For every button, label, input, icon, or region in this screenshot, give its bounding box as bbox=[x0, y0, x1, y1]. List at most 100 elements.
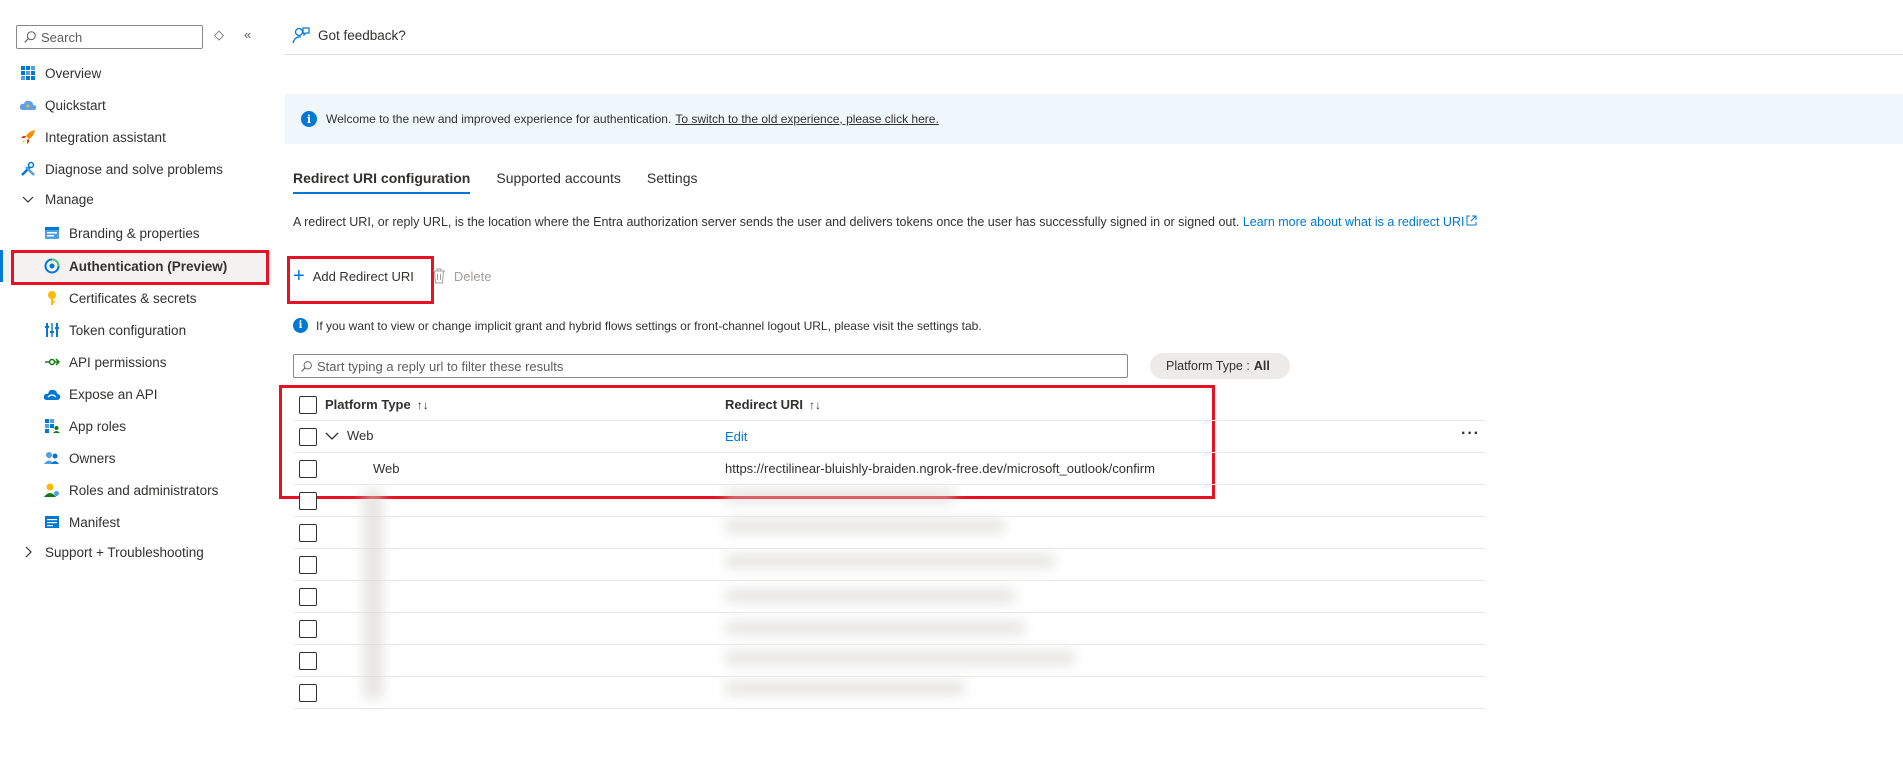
sidebar-item-api-permissions[interactable]: API permissions bbox=[0, 346, 272, 378]
sidebar-item-label: Owners bbox=[69, 450, 116, 466]
redacted-content bbox=[363, 489, 383, 699]
delete-label: Delete bbox=[453, 268, 492, 284]
table-group-row: Web Edit ··· bbox=[293, 421, 1486, 453]
command-bar: + Add Redirect URI Delete bbox=[293, 265, 509, 287]
sidebar-item-label: Support + Troubleshooting bbox=[45, 544, 204, 560]
redacted-content bbox=[725, 489, 955, 503]
active-indicator bbox=[0, 250, 3, 282]
sidebar: ◇ « Overview Quickstart Integration assi… bbox=[0, 0, 272, 764]
search-icon bbox=[24, 31, 36, 43]
edit-link[interactable]: Edit bbox=[725, 429, 747, 444]
column-header-platform[interactable]: Platform Type ↑↓ bbox=[325, 397, 429, 412]
sidebar-item-token-configuration[interactable]: Token configuration bbox=[0, 314, 272, 346]
info-banner: i Welcome to the new and improved experi… bbox=[285, 94, 1903, 144]
chevron-down-icon bbox=[19, 190, 37, 208]
row-platform: Web bbox=[373, 461, 400, 476]
roles-icon bbox=[43, 481, 61, 499]
sidebar-item-label: Overview bbox=[45, 65, 102, 81]
sidebar-item-certificates[interactable]: Certificates & secrets bbox=[0, 282, 272, 314]
tab-redirect-uri-configuration[interactable]: Redirect URI configuration bbox=[293, 170, 471, 194]
add-redirect-uri-button[interactable]: + Add Redirect URI bbox=[293, 265, 414, 287]
sidebar-item-authentication[interactable]: Authentication (Preview) bbox=[0, 250, 272, 282]
redacted-content bbox=[725, 651, 1075, 665]
sidebar-item-roles-admins[interactable]: Roles and administrators bbox=[0, 474, 272, 506]
sidebar-item-label: Diagnose and solve problems bbox=[45, 161, 223, 177]
group-label: Web bbox=[347, 428, 374, 443]
sidebar-item-expose-api[interactable]: Expose an API bbox=[0, 378, 272, 410]
tab-settings[interactable]: Settings bbox=[647, 170, 698, 194]
manifest-icon bbox=[43, 513, 61, 531]
row-checkbox[interactable] bbox=[299, 524, 317, 542]
sidebar-item-label: App roles bbox=[69, 418, 127, 434]
header-divider bbox=[285, 54, 1903, 55]
row-checkbox[interactable] bbox=[299, 620, 317, 638]
sidebar-item-quickstart[interactable]: Quickstart bbox=[0, 89, 272, 121]
settings-note: i If you want to view or change implicit… bbox=[293, 318, 982, 333]
banner-text: Welcome to the new and improved experien… bbox=[326, 112, 672, 126]
row-checkbox[interactable] bbox=[299, 652, 317, 670]
trash-icon bbox=[432, 268, 445, 284]
sidebar-item-overview[interactable]: Overview bbox=[0, 57, 272, 89]
add-redirect-uri-label: Add Redirect URI bbox=[312, 268, 414, 284]
sidebar-item-integration-assistant[interactable]: Integration assistant bbox=[0, 121, 272, 153]
learn-more-link[interactable]: Learn more about what is a redirect URI bbox=[1243, 215, 1478, 229]
sidebar-item-diagnose[interactable]: Diagnose and solve problems bbox=[0, 153, 272, 185]
row-checkbox[interactable] bbox=[299, 492, 317, 510]
people-icon bbox=[43, 449, 61, 467]
chevron-down-icon bbox=[325, 432, 339, 440]
collapse-sidebar-icon[interactable]: « bbox=[244, 27, 251, 42]
platform-type-value: All bbox=[1253, 359, 1270, 373]
sliders-icon bbox=[43, 321, 61, 339]
wrench-icon bbox=[19, 160, 37, 178]
column-header-redirect-uri[interactable]: Redirect URI ↑↓ bbox=[725, 397, 821, 412]
sidebar-group-manage[interactable]: Manage bbox=[0, 183, 272, 215]
expand-collapse-icon[interactable]: ◇ bbox=[214, 27, 224, 43]
row-checkbox[interactable] bbox=[299, 460, 317, 478]
group-toggle[interactable]: Web bbox=[325, 428, 374, 443]
api-icon bbox=[43, 353, 61, 371]
sidebar-item-label: API permissions bbox=[69, 354, 167, 370]
info-icon: i bbox=[301, 111, 317, 127]
sidebar-search-input[interactable] bbox=[41, 29, 191, 45]
sort-icon: ↑↓ bbox=[809, 398, 822, 412]
redirect-uri-description: A redirect URI, or reply URL, is the loc… bbox=[293, 214, 1483, 231]
feedback-icon bbox=[292, 27, 310, 44]
sidebar-item-owners[interactable]: Owners bbox=[0, 442, 272, 474]
uri-filter-input[interactable] bbox=[317, 358, 1117, 374]
info-icon: i bbox=[293, 318, 308, 333]
sidebar-item-label: Authentication (Preview) bbox=[69, 258, 228, 274]
sidebar-item-label: Integration assistant bbox=[45, 129, 166, 145]
cloud-lightning-icon bbox=[19, 96, 37, 114]
row-checkbox[interactable] bbox=[299, 588, 317, 606]
uri-filter[interactable] bbox=[293, 354, 1128, 378]
table-row: Web https://rectilinear-bluishly-braiden… bbox=[293, 453, 1486, 485]
select-all-checkbox[interactable] bbox=[299, 396, 317, 414]
sidebar-search[interactable] bbox=[16, 25, 203, 49]
feedback-button[interactable]: Got feedback? bbox=[292, 26, 406, 44]
sidebar-item-app-roles[interactable]: App roles bbox=[0, 410, 272, 442]
description-text: A redirect URI, or reply URL, is the loc… bbox=[293, 215, 1240, 229]
cloud-icon bbox=[43, 385, 61, 403]
platform-type-label: Platform Type : bbox=[1166, 359, 1250, 373]
sidebar-item-label: Token configuration bbox=[69, 322, 187, 338]
sidebar-group-support[interactable]: Support + Troubleshooting bbox=[0, 536, 272, 568]
authentication-icon bbox=[43, 257, 61, 275]
branding-icon bbox=[43, 224, 61, 242]
external-link-icon bbox=[1466, 215, 1477, 226]
old-experience-link[interactable]: To switch to the old experience, please … bbox=[675, 112, 938, 126]
platform-type-filter[interactable]: Platform Type : All bbox=[1150, 353, 1290, 379]
row-checkbox[interactable] bbox=[299, 428, 317, 446]
chevron-right-icon bbox=[19, 543, 37, 561]
sidebar-item-manifest[interactable]: Manifest bbox=[0, 506, 272, 538]
row-checkbox[interactable] bbox=[299, 556, 317, 574]
more-options-icon[interactable]: ··· bbox=[1461, 425, 1480, 443]
sort-icon: ↑↓ bbox=[416, 398, 429, 412]
sidebar-item-label: Manage bbox=[45, 191, 94, 207]
redacted-content bbox=[725, 554, 1055, 568]
table-header-row: Platform Type ↑↓ Redirect URI ↑↓ bbox=[293, 389, 1486, 421]
row-checkbox[interactable] bbox=[299, 684, 317, 702]
plus-icon: + bbox=[293, 265, 305, 287]
delete-button[interactable]: Delete bbox=[432, 268, 492, 284]
sidebar-item-branding[interactable]: Branding & properties bbox=[0, 217, 272, 249]
tab-supported-accounts[interactable]: Supported accounts bbox=[496, 170, 621, 194]
